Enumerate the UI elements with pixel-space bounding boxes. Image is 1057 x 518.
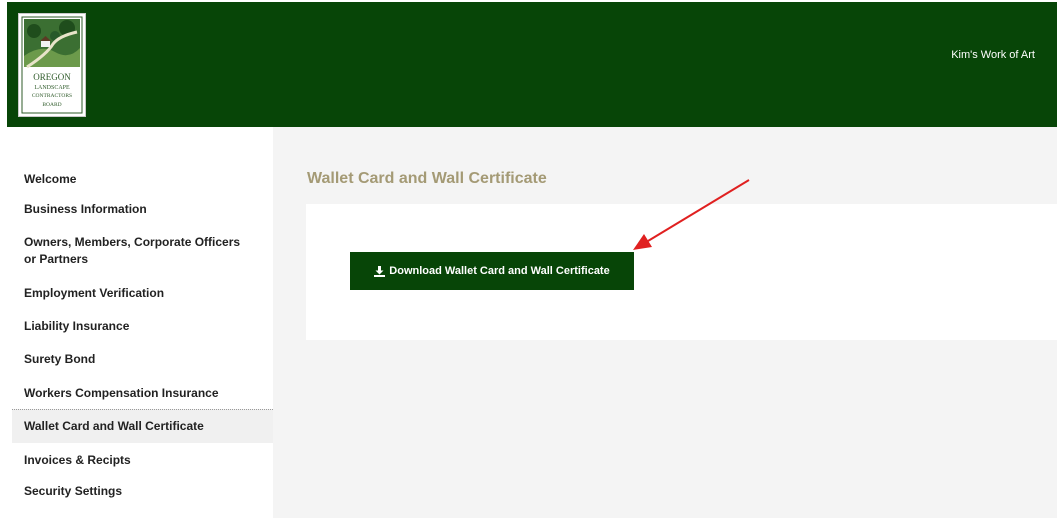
logo-mark: OREGON LANDSCAPE CONTRACTORS BOARD [21, 16, 83, 114]
sidebar-item-business-information[interactable]: Business Information [12, 201, 273, 218]
download-icon [374, 265, 386, 277]
logo-text-line-1: OREGON [33, 72, 71, 82]
sidebar-item-label: Liability Insurance [24, 319, 130, 333]
sidebar-item-label: Employment Verification [24, 286, 165, 300]
sidebar-item-invoices-receipts[interactable]: Invoices & Recipts [12, 452, 273, 469]
sidebar-item-label: Wallet Card and Wall Certificate [24, 419, 204, 433]
sidebar-item-label: Invoices & Recipts [24, 453, 131, 467]
sidebar-item-workers-compensation[interactable]: Workers Compensation Insurance [12, 385, 273, 402]
sidebar-item-liability-insurance[interactable]: Liability Insurance [12, 318, 273, 335]
logo-text-line-3: CONTRACTORS [32, 93, 72, 99]
olcb-logo[interactable]: OREGON LANDSCAPE CONTRACTORS BOARD [18, 13, 86, 117]
sidebar-item-welcome[interactable]: Welcome [12, 171, 273, 188]
account-name[interactable]: Kim's Work of Art [951, 49, 1035, 61]
sidebar-item-security-settings[interactable]: Security Settings [12, 483, 273, 500]
page-title: Wallet Card and Wall Certificate [307, 170, 547, 187]
sidebar-nav: Welcome Business Information Owners, Mem… [12, 127, 273, 518]
sidebar-item-label: Business Information [24, 202, 147, 216]
download-button-label: Download Wallet Card and Wall Certificat… [389, 265, 610, 277]
sidebar-item-wallet-card[interactable]: Wallet Card and Wall Certificate [12, 409, 273, 443]
download-wallet-card-button[interactable]: Download Wallet Card and Wall Certificat… [350, 252, 634, 290]
site-header: OREGON LANDSCAPE CONTRACTORS BOARD Kim's… [7, 2, 1057, 127]
sidebar-item-label: Welcome [24, 172, 77, 186]
sidebar-item-label: Workers Compensation Insurance [24, 386, 219, 400]
sidebar-item-label: Surety Bond [24, 352, 96, 366]
main-content: Wallet Card and Wall Certificate Downloa… [273, 127, 1057, 518]
logo-text-line-2: LANDSCAPE [34, 85, 70, 91]
sidebar-item-surety-bond[interactable]: Surety Bond [12, 351, 273, 368]
page: OREGON LANDSCAPE CONTRACTORS BOARD Kim's… [0, 0, 1057, 518]
sidebar-item-employment-verification[interactable]: Employment Verification [12, 285, 273, 302]
sidebar-item-owners-members[interactable]: Owners, Members, Corporate Officers or P… [12, 234, 273, 268]
sidebar-item-label: Owners, Members, Corporate Officers or P… [24, 235, 241, 266]
content-panel: Download Wallet Card and Wall Certificat… [306, 204, 1057, 340]
sidebar-item-label: Security Settings [24, 484, 123, 498]
logo-text-line-4: BOARD [42, 102, 61, 108]
